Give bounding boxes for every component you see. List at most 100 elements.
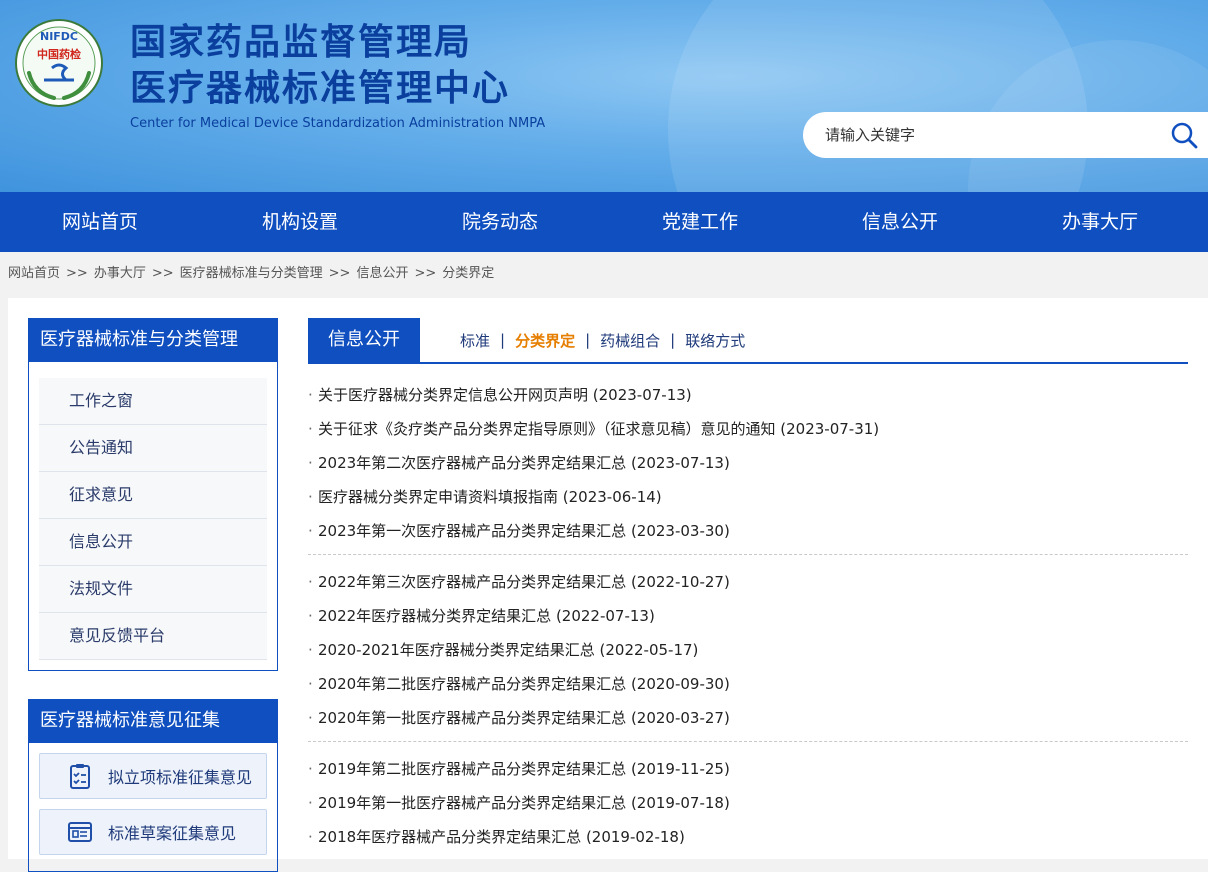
list-item-title: 2023年第二次医疗器械产品分类界定结果汇总 (2023-07-13) — [318, 454, 730, 472]
list-item-title: 2023年第一次医疗器械产品分类界定结果汇总 (2023-03-30) — [318, 522, 730, 540]
main-panel: 医疗器械标准与分类管理 工作之窗 公告通知 征求意见 信息公开 法规文件 意见反… — [8, 298, 1208, 872]
bullet: · — [308, 522, 313, 540]
article-group: · 2022年第三次医疗器械产品分类界定结果汇总 (2022-10-27) · 20… — [308, 565, 1188, 742]
bullet: · — [308, 641, 313, 659]
nav-item-service[interactable]: 办事大厅 — [1000, 192, 1200, 252]
sidebar-item-notices[interactable]: 公告通知 — [39, 425, 267, 472]
bullet: · — [308, 709, 313, 727]
bullet: · — [308, 794, 313, 812]
list-item[interactable]: · 2023年第一次医疗器械产品分类界定结果汇总 (2023-03-30) — [308, 514, 1188, 548]
article-group: · 关于医疗器械分类界定信息公开网页声明 (2023-07-13) · 关于征求《灸… — [308, 378, 1188, 555]
bullet: · — [308, 573, 313, 591]
breadcrumb-separator: >> — [66, 266, 88, 281]
sidebar: 医疗器械标准与分类管理 工作之窗 公告通知 征求意见 信息公开 法规文件 意见反… — [28, 318, 278, 872]
tab-bar: 信息公开 标准 | 分类界定 | 药械组合 | 联络方式 — [308, 318, 1188, 364]
sidebar-item-regulations[interactable]: 法规文件 — [39, 566, 267, 613]
list-item-title: 关于征求《灸疗类产品分类界定指导原则》（征求意见稿）意见的通知 (2023-07… — [318, 420, 880, 438]
list-item[interactable]: · 2023年第二次医疗器械产品分类界定结果汇总 (2023-07-13) — [308, 446, 1188, 480]
nav-item-home[interactable]: 网站首页 — [0, 192, 200, 252]
breadcrumb-standards[interactable]: 医疗器械标准与分类管理 — [180, 266, 323, 281]
list-item[interactable]: · 2019年第二批医疗器械产品分类界定结果汇总 (2019-11-25) — [308, 752, 1188, 786]
subtab-classification[interactable]: 分类界定 — [515, 330, 575, 351]
sidebar-item-info-disclosure[interactable]: 信息公开 — [39, 519, 267, 566]
subtab-drug-device-combo[interactable]: 药械组合 — [600, 330, 660, 351]
bullet: · — [308, 607, 313, 625]
proposed-standard-opinion-button[interactable]: 拟立项标准征集意见 — [39, 753, 267, 799]
list-item[interactable]: · 2018年医疗器械产品分类界定结果汇总 (2019-02-18) — [308, 820, 1188, 854]
article-group: · 2019年第二批医疗器械产品分类界定结果汇总 (2019-11-25) · 20… — [308, 752, 1188, 860]
breadcrumb-separator: >> — [414, 266, 437, 281]
subtab-divider: | — [500, 331, 506, 349]
document-list-icon — [68, 822, 92, 842]
nav-item-party[interactable]: 党建工作 — [600, 192, 800, 252]
site-title-line2: 医疗器械标准管理中心 — [130, 68, 511, 109]
list-item-title: 2020年第二批医疗器械产品分类界定结果汇总 (2020-09-30) — [318, 675, 730, 693]
subtabs: 标准 | 分类界定 | 药械组合 | 联络方式 — [460, 318, 745, 362]
sidebar-box-title: 医疗器械标准与分类管理 — [28, 318, 278, 362]
list-item-title: 2022年第三次医疗器械产品分类界定结果汇总 (2022-10-27) — [318, 573, 730, 591]
nav-item-news[interactable]: 院务动态 — [400, 192, 600, 252]
list-item[interactable]: · 2020年第二批医疗器械产品分类界定结果汇总 (2020-09-30) — [308, 667, 1188, 701]
bullet: · — [308, 488, 313, 506]
list-item[interactable]: · 医疗器械分类界定申请资料填报指南 (2023-06-14) — [308, 480, 1188, 514]
nav-item-organization[interactable]: 机构设置 — [200, 192, 400, 252]
breadcrumb-service[interactable]: 办事大厅 — [94, 266, 146, 281]
nifdc-logo-icon[interactable]: NIFDC 中国药检 — [14, 18, 104, 108]
list-item[interactable]: · 2019年第一批医疗器械产品分类界定结果汇总 (2019-07-18) — [308, 786, 1188, 820]
article-list: · 关于医疗器械分类界定信息公开网页声明 (2023-07-13) · 关于征求《灸… — [308, 378, 1188, 860]
list-item[interactable]: · 关于征求《灸疗类产品分类界定指导原则》（征求意见稿）意见的通知 (2023-0… — [308, 412, 1188, 446]
svg-text:中国药检: 中国药检 — [37, 47, 81, 61]
svg-text:NIFDC: NIFDC — [40, 30, 78, 43]
list-item[interactable]: · 2022年医疗器械分类界定结果汇总 (2022-07-13) — [308, 599, 1188, 633]
bullet: · — [308, 454, 313, 472]
site-title-line1: 国家药品监督管理局 — [130, 22, 473, 63]
list-item-title: 2020-2021年医疗器械分类界定结果汇总 (2022-05-17) — [318, 641, 699, 659]
sidebar-menu: 工作之窗 公告通知 征求意见 信息公开 法规文件 意见反馈平台 — [28, 362, 278, 671]
list-item-title: 2019年第一批医疗器械产品分类界定结果汇总 (2019-07-18) — [318, 794, 730, 812]
draft-standard-opinion-button[interactable]: 标准草案征集意见 — [39, 809, 267, 855]
bullet: · — [308, 828, 313, 846]
main-nav: 网站首页 机构设置 院务动态 党建工作 信息公开 办事大厅 — [0, 192, 1208, 252]
list-item-title: 医疗器械分类界定申请资料填报指南 (2023-06-14) — [318, 488, 662, 506]
list-item[interactable]: · 2022年第三次医疗器械产品分类界定结果汇总 (2022-10-27) — [308, 565, 1188, 599]
sidebar-item-work-window[interactable]: 工作之窗 — [39, 378, 267, 425]
subtab-divider: | — [585, 331, 591, 349]
search-input[interactable] — [823, 125, 1147, 145]
site-header: NIFDC 中国药检 国家药品监督管理局 医疗器械标准管理中心 Center f… — [0, 0, 1208, 192]
tab-info-disclosure[interactable]: 信息公开 — [308, 318, 420, 362]
bullet: · — [308, 420, 313, 438]
bullet: · — [308, 675, 313, 693]
subtab-standards[interactable]: 标准 — [460, 330, 490, 351]
subtab-divider: | — [670, 331, 676, 349]
sidebar-box-title: 医疗器械标准意见征集 — [28, 699, 278, 743]
breadcrumb-separator: >> — [151, 266, 174, 281]
breadcrumb-current: 分类界定 — [442, 266, 495, 281]
nav-item-info[interactable]: 信息公开 — [800, 192, 1000, 252]
site-title: 国家药品监督管理局 医疗器械标准管理中心 Center for Medical … — [130, 20, 545, 131]
clipboard-checklist-icon — [70, 764, 90, 789]
search-box — [803, 112, 1208, 158]
breadcrumb-info[interactable]: 信息公开 — [356, 266, 408, 281]
opinion-collection-box: 拟立项标准征集意见 标准草案征集意见 — [28, 743, 278, 872]
list-item[interactable]: · 关于医疗器械分类界定信息公开网页声明 (2023-07-13) — [308, 378, 1188, 412]
breadcrumb: 网站首页 >> 办事大厅 >> 医疗器械标准与分类管理 >> 信息公开 >> 分类界定 — [0, 252, 1208, 296]
list-item-title: 2022年医疗器械分类界定结果汇总 (2022-07-13) — [318, 607, 655, 625]
list-item[interactable]: · 2020-2021年医疗器械分类界定结果汇总 (2022-05-17) — [308, 633, 1188, 667]
subtab-contact[interactable]: 联络方式 — [685, 330, 745, 351]
list-item[interactable]: · 2020年第一批医疗器械产品分类界定结果汇总 (2020-03-27) — [308, 701, 1188, 735]
draft-standard-opinion-label: 标准草案征集意见 — [108, 824, 237, 843]
sidebar-item-consultation[interactable]: 征求意见 — [39, 472, 267, 519]
bullet: · — [308, 760, 313, 778]
breadcrumb-home[interactable]: 网站首页 — [8, 266, 60, 281]
list-item-title: 2019年第二批医疗器械产品分类界定结果汇总 (2019-11-25) — [318, 760, 730, 778]
list-item-title: 2020年第一批医疗器械产品分类界定结果汇总 (2020-03-27) — [318, 709, 730, 727]
search-icon[interactable] — [1170, 121, 1198, 149]
content-area: 信息公开 标准 | 分类界定 | 药械组合 | 联络方式 · 关于医疗器械分类界定… — [308, 318, 1188, 870]
list-item-title: 关于医疗器械分类界定信息公开网页声明 (2023-07-13) — [318, 386, 692, 404]
list-item-title: 2018年医疗器械产品分类界定结果汇总 (2019-02-18) — [318, 828, 685, 846]
breadcrumb-separator: >> — [328, 266, 351, 281]
sidebar-item-feedback[interactable]: 意见反馈平台 — [39, 613, 267, 660]
bullet: · — [308, 386, 313, 404]
site-title-english: Center for Medical Device Standardizatio… — [130, 116, 546, 131]
